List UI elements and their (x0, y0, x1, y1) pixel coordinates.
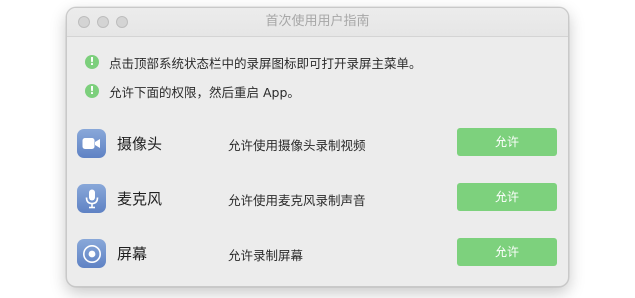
allow-microphone-button[interactable]: 允许 (457, 183, 557, 211)
permission-name: 屏幕 (117, 245, 148, 263)
window-title: 首次使用用户指南 (265, 14, 370, 29)
permission-description: 允许录制屏幕 (228, 248, 304, 263)
allow-screen-button[interactable]: 允许 (457, 238, 557, 266)
permission-description: 允许使用麦克风录制声音 (228, 193, 366, 208)
permission-row-camera: 摄像头 允许使用摄像头录制视频 允许 (77, 125, 557, 165)
permission-description: 允许使用摄像头录制视频 (228, 138, 366, 153)
permission-row-microphone: 麦克风 允许使用麦克风录制声音 允许 (77, 180, 557, 220)
notice-item: ! 点击顶部系统状态栏中的录屏图标即可打开录屏主菜单。 (85, 52, 422, 72)
notice-item: ! 允许下面的权限，然后重启 App。 (85, 81, 300, 101)
title-bar: 首次使用用户指南 (67, 8, 568, 37)
permission-row-screen: 屏幕 允许录制屏幕 允许 (77, 235, 557, 275)
notice-text: 点击顶部系统状态栏中的录屏图标即可打开录屏主菜单。 (109, 55, 422, 71)
permission-name: 摄像头 (117, 135, 163, 153)
exclamation-icon: ! (85, 84, 99, 98)
notice-text: 允许下面的权限，然后重启 App。 (109, 84, 300, 100)
exclamation-icon: ! (85, 55, 99, 69)
allow-camera-button[interactable]: 允许 (457, 128, 557, 156)
microphone-icon (77, 184, 106, 213)
screen-record-icon (77, 239, 106, 268)
permission-name: 麦克风 (117, 190, 163, 208)
camera-icon (77, 129, 106, 158)
guide-window: 首次使用用户指南 ! 点击顶部系统状态栏中的录屏图标即可打开录屏主菜单。 ! 允… (66, 7, 569, 287)
